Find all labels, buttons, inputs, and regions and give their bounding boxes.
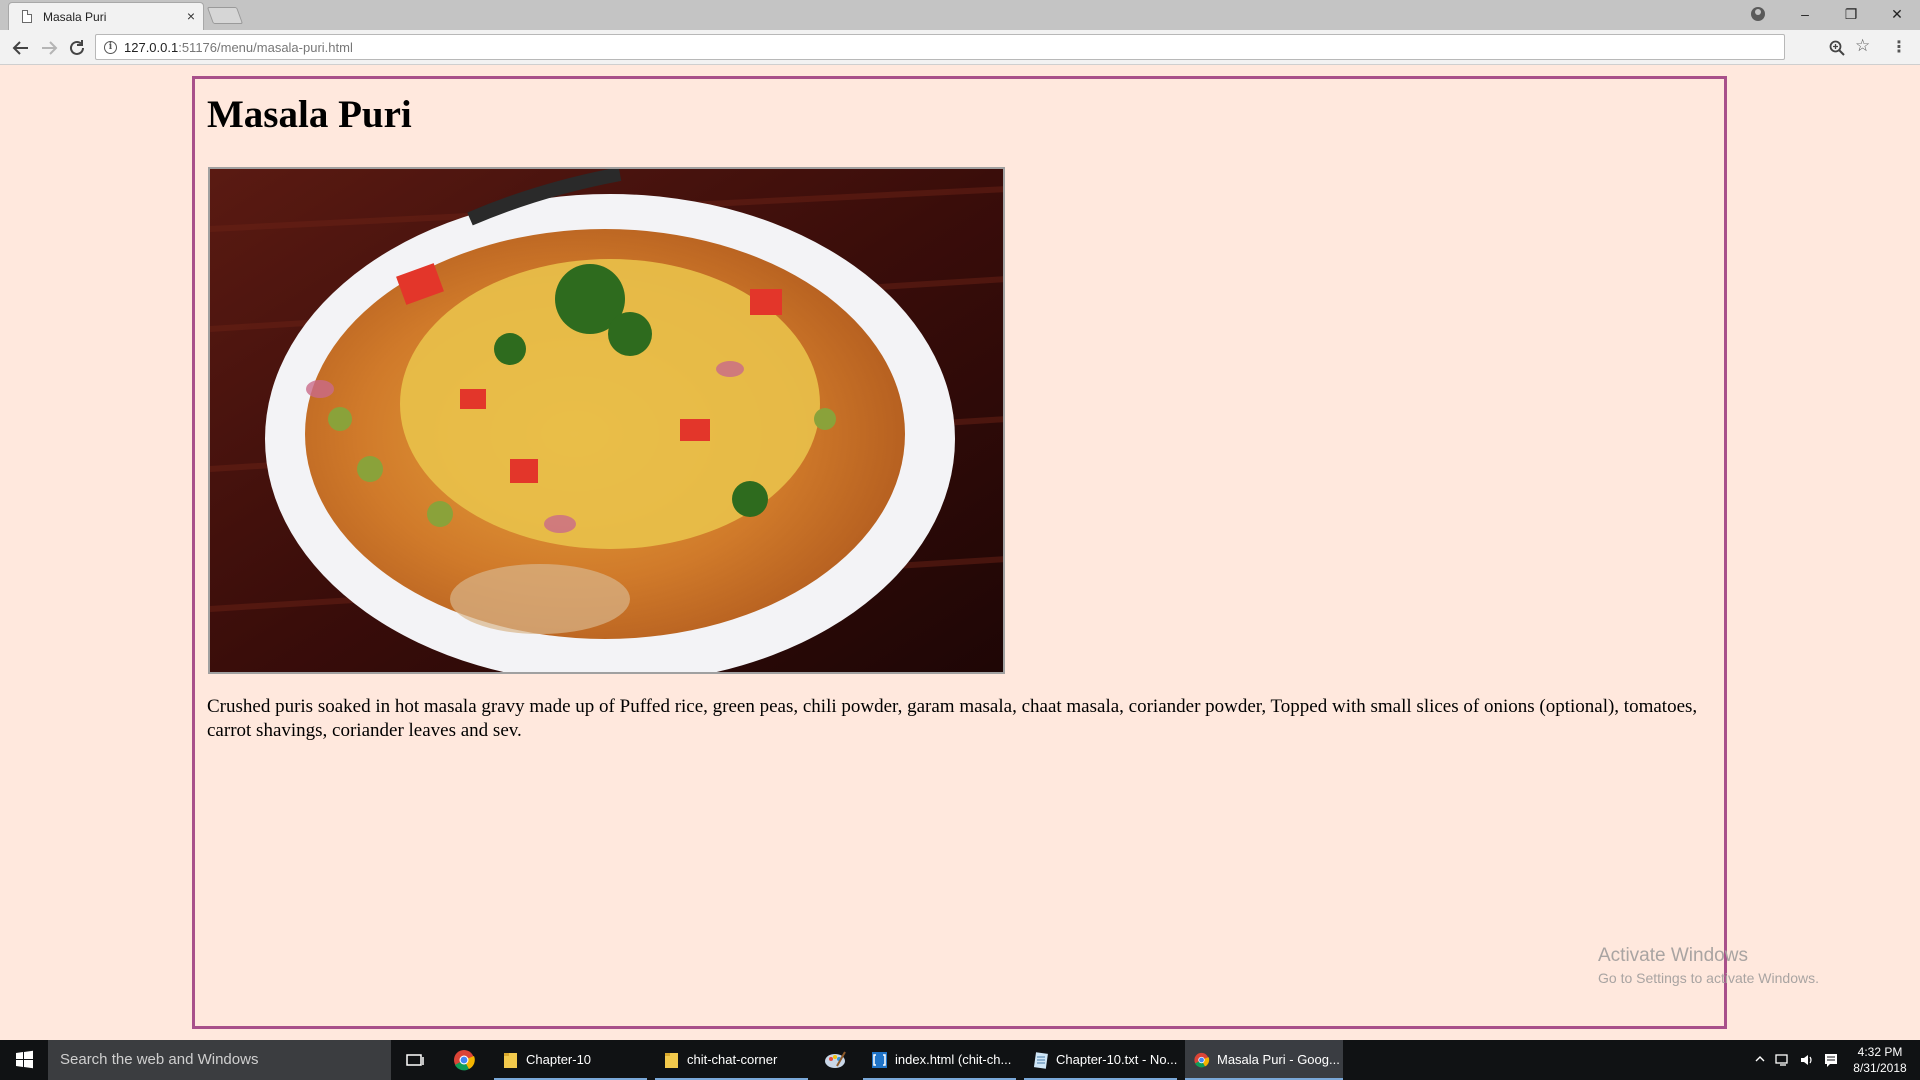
taskbar: Search the web and Windows Chapter-10 ch… bbox=[0, 1040, 1920, 1080]
taskbar-item-chapter-10[interactable]: Chapter-10 bbox=[494, 1040, 647, 1080]
folder-icon bbox=[504, 1053, 517, 1068]
network-icon[interactable] bbox=[1775, 1052, 1791, 1080]
activate-windows-watermark: Activate Windows Go to Settings to activ… bbox=[1598, 945, 1819, 986]
volume-icon[interactable] bbox=[1799, 1052, 1815, 1080]
back-icon[interactable] bbox=[9, 36, 33, 60]
page-title: Masala Puri bbox=[207, 93, 412, 136]
notepad-icon bbox=[1033, 1052, 1048, 1069]
browser-toolbar: i 127.0.0.1:51176/menu/masala-puri.html bbox=[0, 30, 1920, 65]
restore-button[interactable]: ❐ bbox=[1828, 0, 1874, 28]
folder-icon bbox=[665, 1053, 678, 1068]
taskbar-search-input[interactable]: Search the web and Windows bbox=[48, 1040, 391, 1080]
food-image bbox=[208, 167, 1005, 674]
task-view-icon[interactable] bbox=[403, 1048, 427, 1072]
taskbar-item-notepad[interactable]: Chapter-10.txt - No... bbox=[1024, 1040, 1177, 1080]
tab-title: Masala Puri bbox=[43, 10, 107, 24]
url-text: 127.0.0.1:51176/menu/masala-puri.html bbox=[124, 40, 353, 55]
chrome-icon[interactable] bbox=[452, 1048, 476, 1072]
start-button[interactable] bbox=[0, 1040, 48, 1080]
zoom-icon[interactable] bbox=[1829, 40, 1845, 56]
forward-icon[interactable] bbox=[37, 36, 61, 60]
tab-strip: Masala Puri × – ❐ ✕ bbox=[0, 0, 1920, 30]
close-window-button[interactable]: ✕ bbox=[1874, 0, 1920, 28]
chrome-icon bbox=[1194, 1052, 1210, 1068]
taskbar-clock[interactable]: 4:32 PM 8/31/2018 bbox=[1845, 1044, 1915, 1076]
bookmark-star-icon[interactable]: ☆ bbox=[1855, 36, 1870, 56]
tab-masala-puri[interactable]: Masala Puri × bbox=[8, 2, 204, 30]
taskbar-item-chit-chat-corner[interactable]: chit-chat-corner bbox=[655, 1040, 808, 1080]
tray-chevron-icon[interactable] bbox=[1754, 1052, 1766, 1080]
paint-icon[interactable] bbox=[823, 1048, 847, 1072]
clock-date: 8/31/2018 bbox=[1853, 1061, 1907, 1075]
minimize-button[interactable]: – bbox=[1782, 0, 1828, 28]
taskbar-item-brackets[interactable]: index.html (chit-ch... bbox=[863, 1040, 1016, 1080]
page-icon bbox=[22, 10, 32, 23]
notifications-icon[interactable] bbox=[1823, 1052, 1839, 1080]
dish-description: Crushed puris soaked in hot masala gravy… bbox=[207, 696, 1698, 741]
taskbar-item-chrome-masala-puri[interactable]: Masala Puri - Goog... bbox=[1185, 1040, 1343, 1080]
clock-time: 4:32 PM bbox=[1857, 1045, 1903, 1059]
reload-icon[interactable] bbox=[65, 36, 89, 60]
address-bar[interactable]: i 127.0.0.1:51176/menu/masala-puri.html bbox=[95, 34, 1785, 60]
profile-icon[interactable] bbox=[1751, 7, 1765, 21]
brackets-icon bbox=[872, 1052, 887, 1068]
windows-logo-icon bbox=[16, 1050, 33, 1069]
tab-close-icon[interactable]: × bbox=[187, 8, 195, 24]
new-tab-button[interactable] bbox=[206, 7, 244, 24]
menu-icon[interactable]: ⋮ bbox=[1891, 37, 1907, 57]
info-icon[interactable]: i bbox=[104, 41, 117, 54]
